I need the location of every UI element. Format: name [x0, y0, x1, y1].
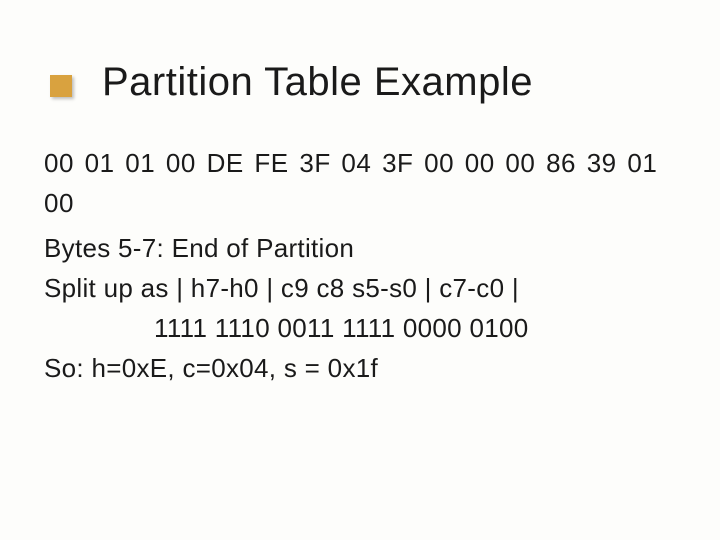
body-line-1: Bytes 5-7: End of Partition [44, 228, 680, 268]
hex-bytes-row: 00 01 01 00 DE FE 3F 04 3F 00 00 00 86 3… [44, 143, 680, 224]
slide: Partition Table Example 00 01 01 00 DE F… [0, 0, 720, 429]
body-line-2: Split up as | h7-h0 | c9 c8 s5-s0 | c7-c… [44, 268, 680, 308]
accent-square-icon [50, 75, 72, 97]
title-row: Partition Table Example [50, 60, 680, 105]
body-line-3: 1111 1110 0011 1111 0000 0100 [44, 308, 680, 348]
slide-title: Partition Table Example [102, 60, 533, 105]
slide-content: 00 01 01 00 DE FE 3F 04 3F 00 00 00 86 3… [44, 143, 680, 389]
body-line-4: So: h=0xE, c=0x04, s = 0x1f [44, 348, 680, 388]
